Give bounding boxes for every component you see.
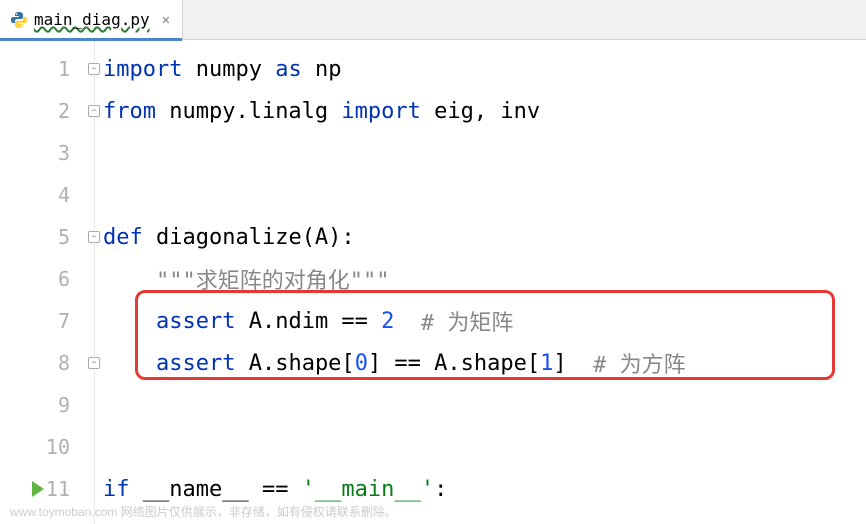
gutter-row: 2 − [0,90,94,132]
line-number: 4 [0,183,86,207]
gutter-row: 3 [0,132,94,174]
gutter: 1 − 2 − 3 4 5 − 6 7 8 − 9 10 [0,40,95,524]
code-line: assert A.shape[0] == A.shape[1] # 为方阵 [103,342,866,384]
code-line: def diagonalize(A): [103,216,866,258]
code-line [103,384,866,426]
gutter-row: 10 [0,426,94,468]
line-number: 9 [0,393,86,417]
code-line [103,132,866,174]
line-number: 7 [0,309,86,333]
gutter-row: 7 [0,300,94,342]
line-number: 2 [0,99,86,123]
file-tab[interactable]: main_diag.py ✕ [0,0,183,40]
line-number: 10 [0,435,86,459]
close-icon[interactable]: ✕ [160,12,172,28]
code-area[interactable]: import numpy as np from numpy.linalg imp… [95,40,866,524]
line-number: 6 [0,267,86,291]
gutter-row: 4 [0,174,94,216]
gutter-row: 1 − [0,48,94,90]
line-number: 8 [0,351,86,375]
gutter-row: 9 [0,384,94,426]
tab-bar: main_diag.py ✕ [0,0,866,40]
gutter-row: 5 − [0,216,94,258]
line-number: 1 [0,57,86,81]
watermark: www.toymoban.com 网络图片仅供展示，非存储，如有侵权请联系删除。 [10,503,397,520]
code-line [103,426,866,468]
gutter-row: 8 − [0,342,94,384]
code-line: import numpy as np [103,48,866,90]
run-icon[interactable] [32,481,44,497]
tab-filename: main_diag.py [34,10,150,29]
line-number: 5 [0,225,86,249]
gutter-row: 6 [0,258,94,300]
python-file-icon [10,11,28,29]
code-line [103,174,866,216]
line-number: 3 [0,141,86,165]
code-line: assert A.ndim == 2 # 为矩阵 [103,300,866,342]
code-line: """求矩阵的对角化""" [103,258,866,300]
editor: 1 − 2 − 3 4 5 − 6 7 8 − 9 10 [0,40,866,524]
code-line: from numpy.linalg import eig, inv [103,90,866,132]
